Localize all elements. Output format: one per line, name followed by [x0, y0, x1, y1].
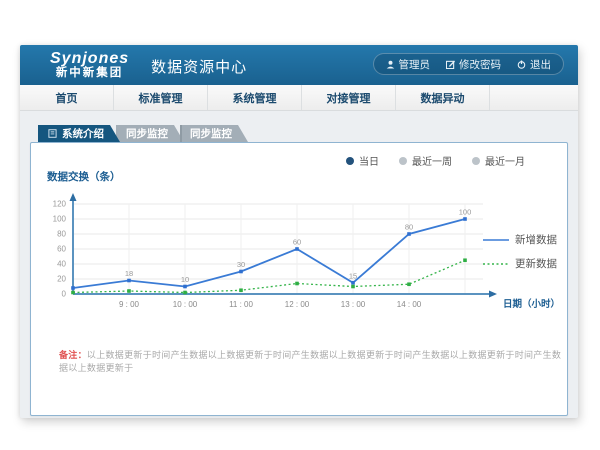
logo-text-en: Synjones — [50, 51, 129, 68]
filter-radio-1[interactable]: 当日 — [346, 153, 379, 168]
user-name: 管理员 — [399, 57, 431, 72]
legend-line-sample — [483, 237, 509, 243]
filter-label: 最近一周 — [412, 153, 452, 168]
nav-item-1[interactable]: 首页 — [20, 85, 114, 110]
svg-text:40: 40 — [57, 260, 66, 269]
svg-text:20: 20 — [57, 275, 66, 284]
app-title: 数据资源中心 — [151, 56, 247, 77]
change-password-label: 修改密码 — [459, 57, 501, 72]
svg-text:14 : 00: 14 : 00 — [397, 300, 422, 309]
logo: Synjones 新中新集团 — [50, 51, 129, 80]
nav-item-5[interactable]: 数据异动 — [396, 85, 490, 110]
tab-1[interactable]: 系统介绍 — [38, 125, 120, 142]
user-menu[interactable]: 管理员 — [386, 57, 431, 72]
main-nav: 首页标准管理系统管理对接管理数据异动 — [20, 85, 578, 111]
y-axis-title: 数据交换（条） — [47, 169, 567, 184]
chart-legend: 新增数据更新数据 — [483, 232, 557, 271]
logout-label: 退出 — [530, 57, 551, 72]
user-icon — [386, 60, 395, 69]
svg-text:13 : 00: 13 : 00 — [341, 300, 366, 309]
time-filter-group: 当日 最近一周 最近一月 — [346, 153, 525, 168]
nav-item-2[interactable]: 标准管理 — [114, 85, 208, 110]
svg-text:15: 15 — [349, 271, 357, 280]
footer-note: 备注：以上数据更新于时间产生数据以上数据更新于时间产生数据以上数据更新于时间产生… — [59, 348, 567, 374]
nav-item-3[interactable]: 系统管理 — [208, 85, 302, 110]
user-pill: 管理员 修改密码 退出 — [373, 53, 565, 75]
document-icon — [48, 129, 57, 138]
filter-radio-3[interactable]: 最近一月 — [472, 153, 525, 168]
logo-text-cn: 新中新集团 — [50, 67, 129, 79]
filter-label: 最近一月 — [485, 153, 525, 168]
tab-3[interactable]: 同步监控 — [180, 125, 248, 142]
svg-text:0: 0 — [62, 290, 67, 299]
footer-note-text: 以上数据更新于时间产生数据以上数据更新于时间产生数据以上数据更新于时间产生数据以… — [59, 350, 561, 373]
svg-text:12 : 00: 12 : 00 — [285, 300, 310, 309]
legend-item-1: 新增数据 — [483, 232, 557, 247]
edit-icon — [446, 60, 455, 69]
chart-container: 0 20 40 60 80 100 120 9 : 00 10 : 00 11 : 00 12 : … — [31, 186, 567, 324]
svg-text:11 : 00: 11 : 00 — [229, 300, 253, 309]
change-password-link[interactable]: 修改密码 — [446, 57, 501, 72]
svg-text:80: 80 — [57, 230, 66, 239]
tab-label: 同步监控 — [190, 126, 232, 141]
nav-item-4[interactable]: 对接管理 — [302, 85, 396, 110]
tab-2[interactable]: 同步监控 — [116, 125, 184, 142]
svg-text:80: 80 — [405, 223, 413, 232]
svg-text:100: 100 — [459, 208, 472, 217]
footer-note-label: 备注： — [59, 350, 87, 360]
legend-label: 新增数据 — [515, 232, 557, 247]
svg-text:100: 100 — [53, 215, 67, 224]
legend-label: 更新数据 — [515, 256, 557, 271]
content-panel: 当日 最近一周 最近一月 数据交换（条） 0 20 40 60 80 100 120 9 : 00… — [30, 142, 568, 416]
legend-line-sample — [483, 261, 509, 267]
page-background: Synjones 新中新集团 数据资源中心 管理员 修改密码 退出 首页标准 — [0, 0, 600, 450]
svg-text:30: 30 — [237, 260, 245, 269]
filter-label: 当日 — [359, 153, 379, 168]
tab-label: 系统介绍 — [62, 126, 104, 141]
svg-text:10 : 00: 10 : 00 — [173, 300, 198, 309]
power-icon — [517, 60, 526, 69]
app-header: Synjones 新中新集团 数据资源中心 管理员 修改密码 退出 — [20, 45, 578, 85]
svg-text:10: 10 — [181, 275, 189, 284]
svg-text:18: 18 — [125, 269, 133, 278]
svg-text:日期（小时）: 日期（小时） — [503, 298, 560, 310]
radio-dot-icon — [472, 157, 480, 165]
svg-text:120: 120 — [53, 200, 67, 209]
svg-text:9 : 00: 9 : 00 — [119, 300, 140, 309]
svg-text:60: 60 — [293, 238, 301, 247]
logout-link[interactable]: 退出 — [517, 57, 551, 72]
svg-text:60: 60 — [57, 245, 66, 254]
content-area: 系统介绍 同步监控 同步监控 当日 最近一周 最近一月 数据交换（条） 0 20 40 60 8… — [20, 111, 578, 417]
filter-radio-2[interactable]: 最近一周 — [399, 153, 452, 168]
radio-dot-icon — [346, 157, 354, 165]
legend-item-2: 更新数据 — [483, 256, 557, 271]
tab-bar: 系统介绍 同步监控 同步监控 — [38, 125, 568, 142]
radio-dot-icon — [399, 157, 407, 165]
tab-label: 同步监控 — [126, 126, 168, 141]
app-window: Synjones 新中新集团 数据资源中心 管理员 修改密码 退出 首页标准 — [20, 45, 578, 418]
